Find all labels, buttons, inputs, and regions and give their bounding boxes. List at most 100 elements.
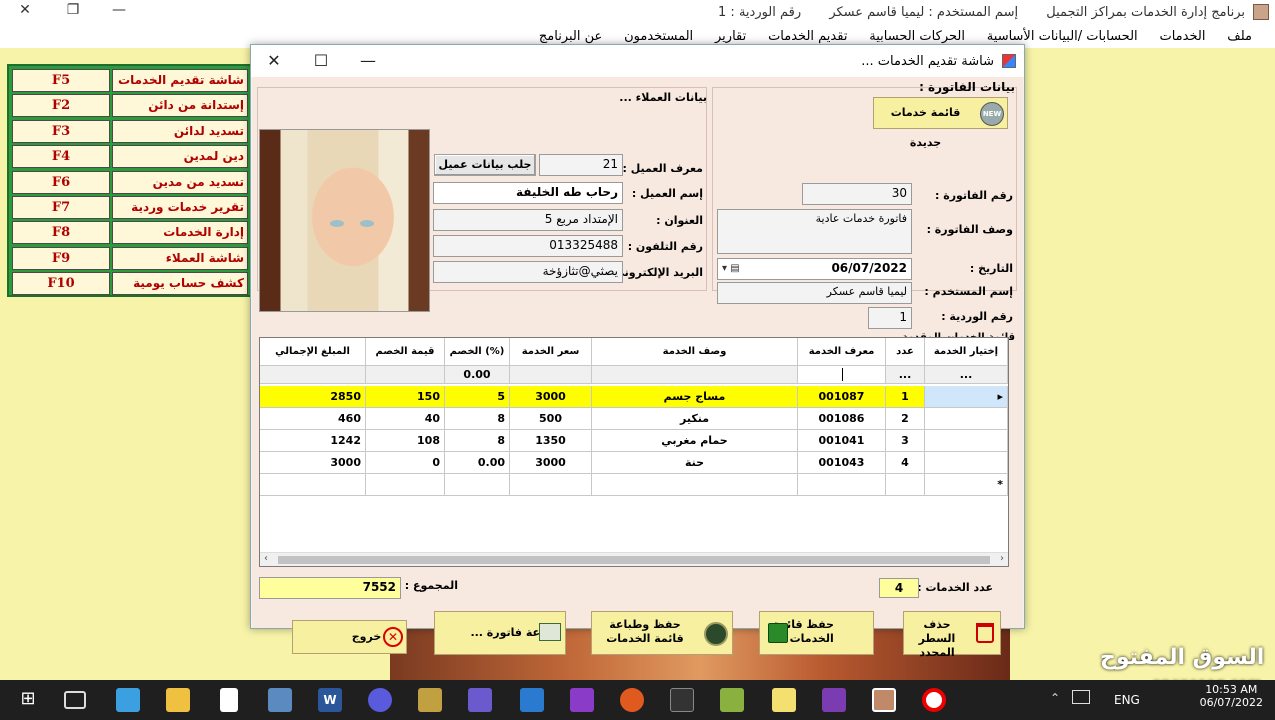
cell-description[interactable]: حمام مغربي xyxy=(592,430,798,452)
row-selector[interactable] xyxy=(925,452,1008,474)
dialog-maximize-icon[interactable]: ☐ xyxy=(306,51,336,70)
cell-price[interactable]: 500 xyxy=(510,408,592,430)
filter-service-id-input[interactable] xyxy=(798,366,886,384)
customer-email-field[interactable]: يصثي@تثازؤخة xyxy=(433,261,623,283)
onenote-icon[interactable] xyxy=(822,688,846,712)
cell-price[interactable]: 1350 xyxy=(510,430,592,452)
cell-discount-pct[interactable]: 0.00 xyxy=(445,452,510,474)
word-icon[interactable]: W xyxy=(318,688,342,712)
cell-total[interactable] xyxy=(260,474,366,496)
shortcut-row[interactable]: F9 شاشة العملاء xyxy=(11,246,249,271)
table-row[interactable]: ▸ 1 001087 مساج جسم 3000 5 150 2850 xyxy=(260,386,1008,408)
shortcut-label[interactable]: تسديد من مدين xyxy=(112,170,248,194)
table-row[interactable]: 4 001043 حنة 3000 0.00 0 3000 xyxy=(260,452,1008,474)
col-header-service-id[interactable]: معرف الخدمة xyxy=(798,338,886,366)
notepad-icon[interactable] xyxy=(220,688,238,712)
cell-discount-value[interactable]: 40 xyxy=(366,408,445,430)
cell-service-id[interactable]: 001086 xyxy=(798,408,886,430)
record-icon[interactable] xyxy=(922,688,946,712)
shortcut-label[interactable]: كشف حساب يومية xyxy=(112,272,248,296)
customer-address-field[interactable]: الإمتداد مربع 5 xyxy=(433,209,623,231)
visual-studio-purple-icon[interactable] xyxy=(570,688,594,712)
visual-studio-icon[interactable] xyxy=(468,688,492,712)
photo-app-icon[interactable] xyxy=(872,688,896,712)
cell-total[interactable]: 2850 xyxy=(260,386,366,408)
shortcut-row[interactable]: F4 دين لمدين xyxy=(11,144,249,169)
col-header-discount-pct[interactable]: الخصم (%) xyxy=(445,338,510,366)
shortcut-row[interactable]: F6 تسديد من مدين xyxy=(11,170,249,195)
customer-phone-field[interactable]: 013325488 xyxy=(433,235,623,257)
filter-total-input[interactable] xyxy=(260,366,366,384)
col-header-pick[interactable]: إختيار الخدمة xyxy=(925,338,1008,366)
row-selector[interactable] xyxy=(925,408,1008,430)
scroll-right-icon[interactable]: › xyxy=(1000,553,1004,564)
filter-price-input[interactable] xyxy=(510,366,592,384)
shortcut-row[interactable]: F2 إستدانة من دائن xyxy=(11,93,249,118)
image-app-icon[interactable] xyxy=(720,688,744,712)
scrollbar-thumb[interactable] xyxy=(278,556,990,564)
tools-icon[interactable] xyxy=(418,688,442,712)
cell-discount-value[interactable]: 0 xyxy=(366,452,445,474)
app-restore-icon[interactable]: ❐ xyxy=(58,2,88,18)
shortcut-label[interactable]: شاشة تقديم الخدمات xyxy=(112,69,248,92)
shortcut-row[interactable]: F3 تسديد لدائن xyxy=(11,119,249,144)
cell-service-id[interactable]: 001041 xyxy=(798,430,886,452)
firefox-icon[interactable] xyxy=(620,688,644,712)
invoice-number-field[interactable]: 30 xyxy=(802,183,912,205)
dialog-close-icon[interactable]: ✕ xyxy=(259,51,289,70)
filter-count-button[interactable]: ... xyxy=(886,366,925,384)
filter-description-input[interactable] xyxy=(592,366,798,384)
shortcut-row[interactable]: F7 تقرير خدمات وردية xyxy=(11,195,249,220)
file-explorer-icon[interactable] xyxy=(166,688,190,712)
cell-description[interactable]: منكير xyxy=(592,408,798,430)
cell-discount-value[interactable]: 108 xyxy=(366,430,445,452)
language-indicator[interactable]: ENG xyxy=(1114,693,1140,707)
shortcut-label[interactable]: دين لمدين xyxy=(112,145,248,169)
cell-description[interactable]: حنة xyxy=(592,452,798,474)
filter-discount-input[interactable]: 0.00 xyxy=(445,366,510,384)
clock[interactable]: 10:53 AM 06/07/2022 xyxy=(1200,683,1263,709)
cell-discount-pct[interactable] xyxy=(445,474,510,496)
shortcut-row[interactable]: F10 كشف حساب يومية xyxy=(11,271,249,296)
shortcut-row[interactable]: F8 إدارة الخدمات xyxy=(11,220,249,245)
dialog-minimize-icon[interactable]: — xyxy=(353,51,383,70)
cell-total[interactable]: 1242 xyxy=(260,430,366,452)
app-minimize-icon[interactable]: — xyxy=(104,2,134,18)
cell-service-id[interactable]: 001087 xyxy=(798,386,886,408)
cell-service-id[interactable] xyxy=(798,474,886,496)
terminal-icon[interactable] xyxy=(670,688,694,712)
shortcut-row[interactable]: F5 شاشة تقديم الخدمات xyxy=(11,68,249,93)
shortcut-label[interactable]: تسديد لدائن xyxy=(112,119,248,143)
filter-pick-button[interactable]: ... xyxy=(925,366,1008,384)
store-icon[interactable] xyxy=(520,688,544,712)
start-icon[interactable]: ⊞ xyxy=(16,688,40,712)
cell-discount-value[interactable] xyxy=(366,474,445,496)
app-icon-disk[interactable] xyxy=(268,688,292,712)
grid-horizontal-scrollbar[interactable]: ‹ › xyxy=(260,552,1008,566)
cell-discount-pct[interactable]: 5 xyxy=(445,386,510,408)
col-header-discount-value[interactable]: قيمة الخصم xyxy=(366,338,445,366)
control-panel-icon[interactable] xyxy=(116,688,140,712)
cell-total[interactable]: 3000 xyxy=(260,452,366,474)
invoice-description-field[interactable]: فاتورة خدمات عادية xyxy=(717,209,912,254)
cell-total[interactable]: 460 xyxy=(260,408,366,430)
cell-description[interactable]: مساج جسم xyxy=(592,386,798,408)
scroll-left-icon[interactable]: ‹ xyxy=(264,553,268,564)
app-d-icon[interactable] xyxy=(368,688,392,712)
table-row[interactable]: 3 001041 حمام مغربي 1350 8 108 1242 xyxy=(260,430,1008,452)
cell-price[interactable] xyxy=(510,474,592,496)
col-header-description[interactable]: وصف الخدمة xyxy=(592,338,798,366)
table-new-row[interactable]: * xyxy=(260,474,1008,496)
cell-description[interactable] xyxy=(592,474,798,496)
col-header-total[interactable]: المبلغ الإجمالي xyxy=(260,338,366,366)
app-close-icon[interactable]: ✕ xyxy=(10,2,40,18)
shortcut-label[interactable]: إستدانة من دائن xyxy=(112,94,248,118)
cell-price[interactable]: 3000 xyxy=(510,386,592,408)
col-header-price[interactable]: سعر الخدمة xyxy=(510,338,592,366)
shortcut-label[interactable]: تقرير خدمات وردية xyxy=(112,195,248,219)
cell-discount-pct[interactable]: 8 xyxy=(445,408,510,430)
sticky-notes-icon[interactable] xyxy=(772,688,796,712)
cell-service-id[interactable]: 001043 xyxy=(798,452,886,474)
menu-file[interactable]: ملف xyxy=(1218,26,1261,47)
cell-price[interactable]: 3000 xyxy=(510,452,592,474)
